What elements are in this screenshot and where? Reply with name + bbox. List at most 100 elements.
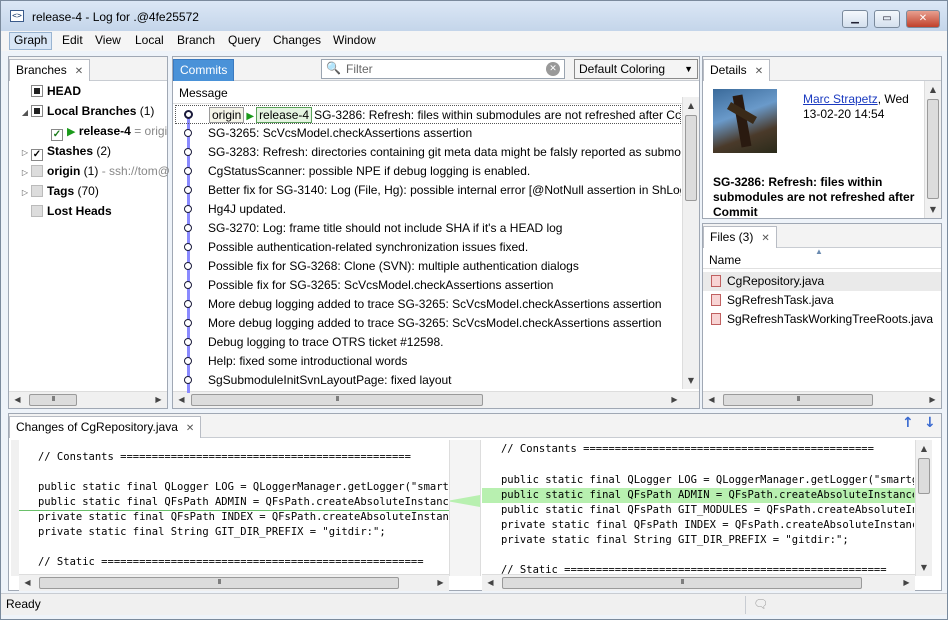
scroll-right-icon[interactable]: ▶ [150,392,167,408]
right-hscrollbar[interactable]: ◀ III ▶ [482,574,915,591]
tab-files[interactable]: Files (3) ✕ [703,226,777,248]
commit-row[interactable]: SgSubmoduleInitSvnLayoutPage: fixed layo… [208,371,681,390]
close-icon[interactable]: ✕ [75,66,83,77]
collapse-triangle-icon[interactable]: ◢ [19,103,31,123]
expand-triangle-icon[interactable]: ▷ [19,183,31,203]
column-header-message[interactable]: Message [173,82,683,104]
checkbox-icon[interactable] [31,85,43,97]
checkbox-icon[interactable] [31,205,43,217]
checkbox-icon[interactable] [31,185,43,197]
checkmark-icon[interactable]: ✓ [51,129,63,141]
tab-commits[interactable]: Commits [173,59,235,81]
commit-row[interactable]: More debug logging added to trace SG-326… [208,314,681,333]
scroll-right-icon[interactable]: ▶ [666,392,683,408]
scroll-thumb[interactable]: III [39,577,399,589]
clear-filter-icon[interactable]: ✕ [546,62,560,76]
scroll-thumb[interactable] [918,458,930,494]
scroll-thumb[interactable] [927,99,939,199]
commit-row[interactable]: Hg4J updated. [208,200,681,219]
commit-row[interactable]: SG-3270: Log: frame title should not inc… [208,219,681,238]
scroll-right-icon[interactable]: ▶ [898,575,915,591]
scroll-down-icon[interactable]: ▼ [916,559,932,576]
close-icon[interactable]: ✕ [186,423,194,434]
commit-row[interactable]: Better fix for SG-3140: Log (File, Hg): … [208,181,681,200]
menu-view[interactable]: View [91,32,125,50]
notification-icon[interactable]: 🗨 [753,597,768,611]
column-header-name[interactable]: Name ▲ [703,247,941,269]
close-icon[interactable]: ✕ [755,66,763,77]
scroll-thumb[interactable]: III [723,394,873,406]
file-row[interactable]: CgRepository.java [703,272,941,291]
menu-edit[interactable]: Edit [58,32,87,50]
expand-triangle-icon[interactable]: ▷ [19,163,31,183]
scroll-thumb[interactable]: III [191,394,483,406]
author-link[interactable]: Marc Strapetz [803,92,878,106]
scroll-down-icon[interactable]: ▼ [683,372,699,389]
commit-row[interactable]: SG-3265: ScVcsModel.checkAssertions asse… [208,124,681,143]
scroll-left-icon[interactable]: ◀ [9,392,26,408]
branch-item-origin[interactable]: ▷ origin (1) - ssh://tom@ [19,161,170,181]
scroll-up-icon[interactable]: ▲ [916,440,932,457]
scroll-down-icon[interactable]: ▼ [925,201,941,218]
scroll-left-icon[interactable]: ◀ [173,392,190,408]
commit-row[interactable]: SG-3283: Refresh: directories containing… [208,143,681,162]
filter-input[interactable]: 🔍 Filter ✕ [321,59,565,79]
branch-item-head[interactable]: HEAD [19,81,81,101]
branch-item-tags[interactable]: ▷ Tags (70) [19,181,99,201]
commit-row[interactable]: Possible fix for SG-3265: ScVcsModel.che… [208,276,681,295]
menu-graph[interactable]: Graph [9,32,53,50]
checkbox-icon[interactable] [31,105,43,117]
changes-vscrollbar[interactable]: ▲ ▼ [915,440,932,576]
tab-branches[interactable]: Branches ✕ [9,59,91,81]
commits-hscrollbar[interactable]: ◀ III ▶ [173,391,699,408]
file-row[interactable]: SgRefreshTask.java [703,291,941,310]
code-line: // Static ==============================… [482,564,887,574]
scroll-up-icon[interactable]: ▲ [925,81,941,98]
files-hscrollbar[interactable]: ◀ III ▶ [703,391,941,408]
commit-row[interactable]: origin ▶ release-4 SG-3286: Refresh: files … [175,105,681,124]
scroll-left-icon[interactable]: ◀ [703,392,720,408]
scroll-thumb[interactable]: III [502,577,862,589]
menu-query[interactable]: Query [224,32,265,50]
minimize-button[interactable]: ▁ [842,10,868,28]
menu-changes[interactable]: Changes [269,32,325,50]
maximize-button[interactable]: ▭ [874,10,900,28]
tab-changes[interactable]: Changes of CgRepository.java ✕ [9,416,202,438]
scroll-left-icon[interactable]: ◀ [482,575,499,591]
next-change-arrow-icon[interactable]: ↓ [924,415,936,431]
commit-row[interactable]: CgStatusScanner: possible NPE if debug l… [208,162,681,181]
close-icon[interactable]: ✕ [761,233,769,244]
scroll-left-icon[interactable]: ◀ [19,575,36,591]
commit-row[interactable]: Possible authentication-related synchron… [208,238,681,257]
scroll-up-icon[interactable]: ▲ [683,97,699,114]
coloring-select[interactable]: Default Coloring ▼ [574,59,698,79]
branch-item-stashes[interactable]: ▷ ✓ Stashes (2) [19,141,111,161]
details-vscrollbar[interactable]: ▲ ▼ [924,81,941,218]
branch-item-local-branches[interactable]: ◢ Local Branches (1) [19,101,154,121]
scroll-right-icon[interactable]: ▶ [924,392,941,408]
commit-row[interactable]: Debug logging to trace OTRS ticket #1259… [208,333,681,352]
menu-branch[interactable]: Branch [173,32,219,50]
checkbox-icon[interactable] [31,165,43,177]
scroll-right-icon[interactable]: ▶ [432,575,449,591]
expand-triangle-icon[interactable]: ▷ [19,143,31,163]
menu-window[interactable]: Window [329,32,380,50]
right-code-view[interactable]: // Constants ===========================… [482,440,914,574]
branch-item-release-4[interactable]: ✓ ▶ release-4 = origi [39,121,167,141]
left-code-view[interactable]: // Constants ===========================… [19,440,449,574]
left-hscrollbar[interactable]: ◀ III ▶ [19,574,449,591]
branches-hscrollbar[interactable]: ◀ III ▶ [9,391,167,408]
menu-local[interactable]: Local [131,32,168,50]
previous-change-arrow-icon[interactable]: ↑ [902,415,914,431]
checkmark-icon[interactable]: ✓ [31,149,43,161]
commit-row[interactable]: More debug logging added to trace SG-326… [208,295,681,314]
tab-details[interactable]: Details ✕ [703,59,771,81]
commit-row[interactable]: Possible fix for SG-3268: Clone (SVN): m… [208,257,681,276]
branch-item-lost-heads[interactable]: Lost Heads [19,201,112,221]
file-row[interactable]: SgRefreshTaskWorkingTreeRoots.java [703,310,941,329]
commits-vscrollbar[interactable]: ▲ ▼ [682,97,699,389]
commit-row[interactable]: Help: fixed some introductional words [208,352,681,371]
scroll-thumb[interactable]: III [29,394,77,406]
close-button[interactable]: ✕ [906,10,940,28]
scroll-thumb[interactable] [685,115,697,201]
